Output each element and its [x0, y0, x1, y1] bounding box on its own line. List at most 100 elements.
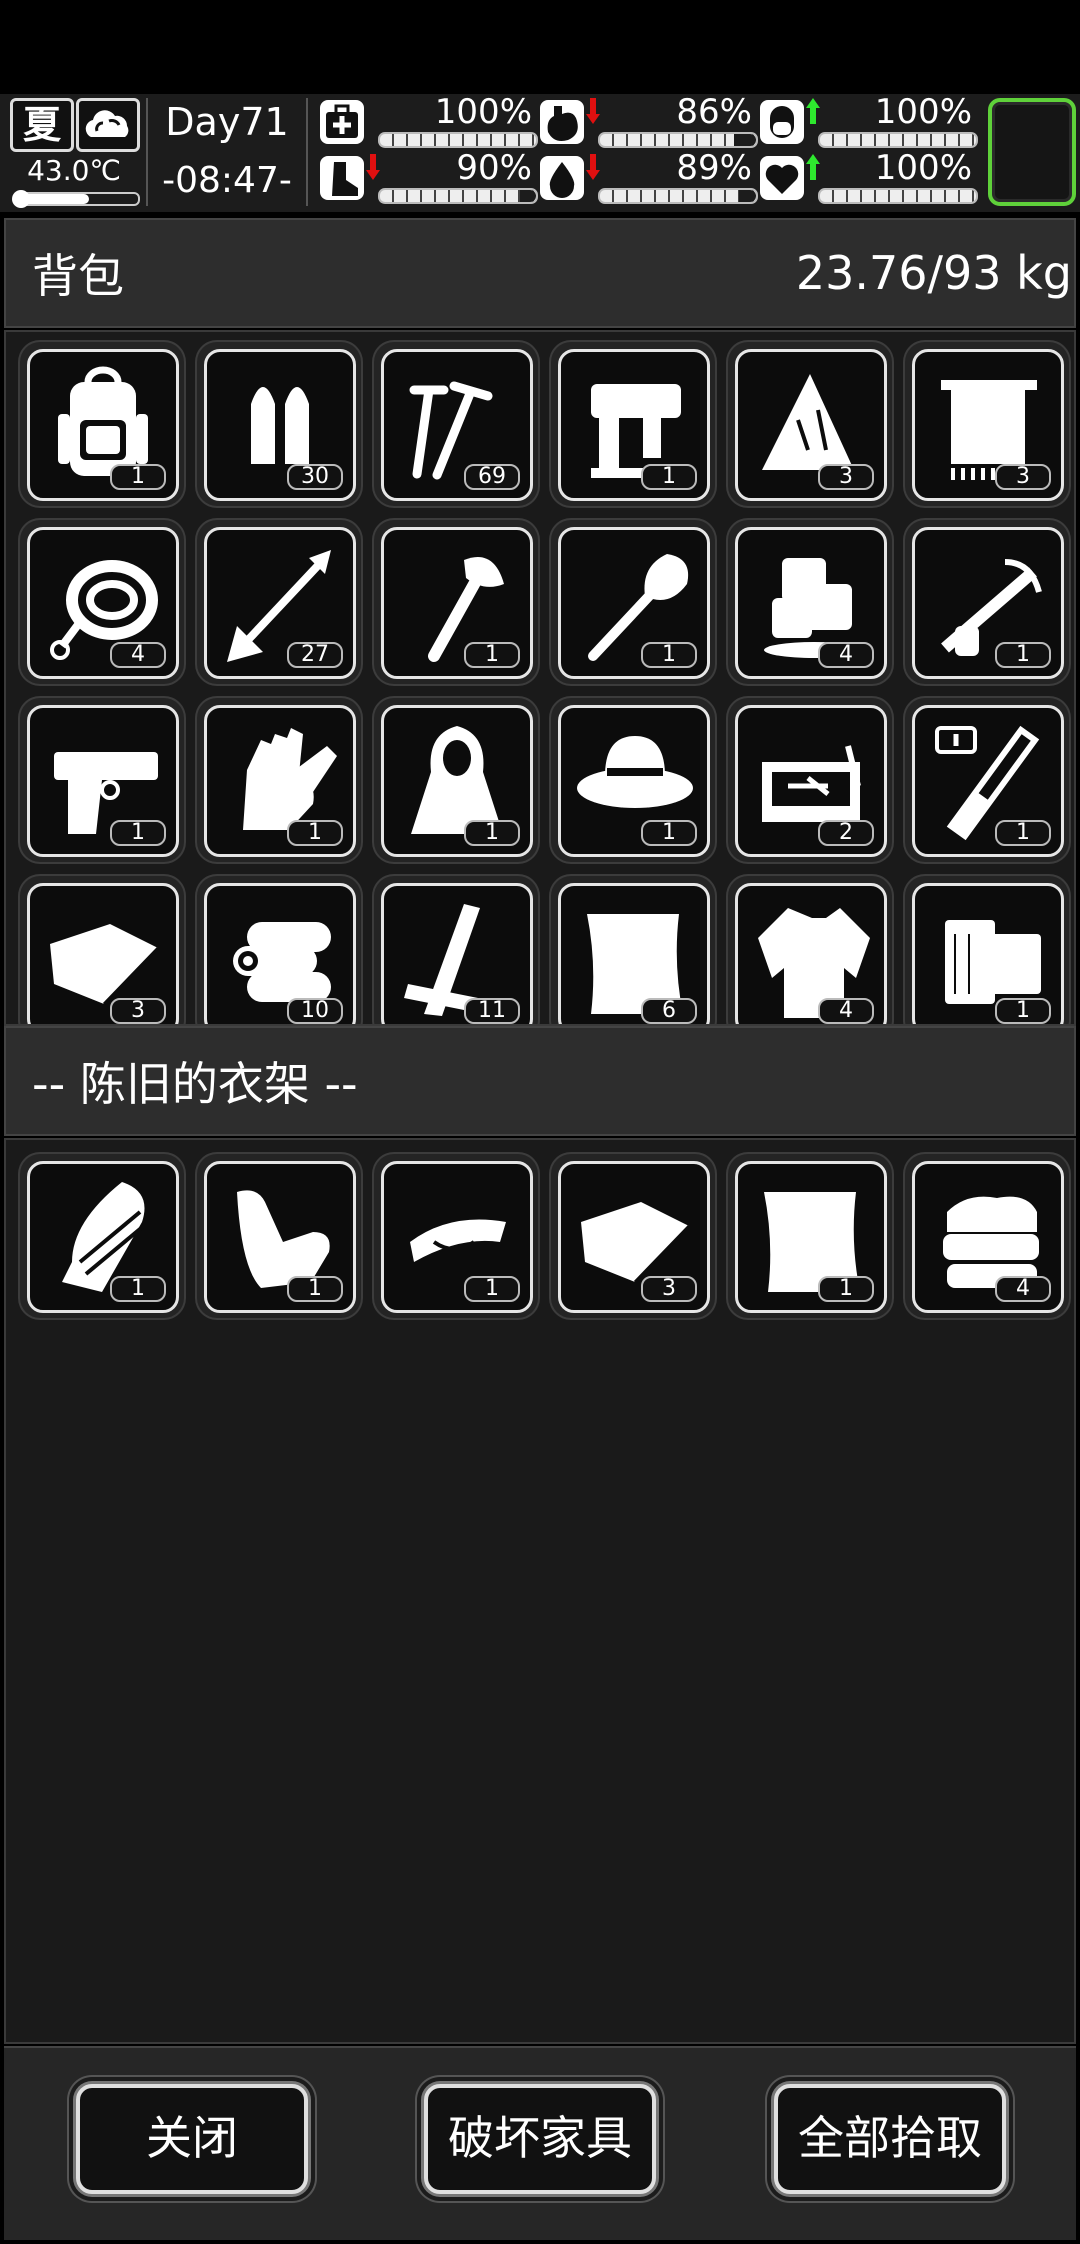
item-count: 1	[287, 820, 343, 846]
inventory-slot[interactable]: 1	[374, 520, 538, 684]
slot-frame: 1	[27, 705, 179, 857]
close-button[interactable]: 关闭	[76, 2084, 308, 2194]
inventory-slot[interactable]: 30	[197, 342, 361, 506]
inventory-slot[interactable]: 6	[551, 876, 715, 1024]
slot-frame: 1	[912, 527, 1064, 679]
slot-frame: 3	[558, 1161, 710, 1313]
inventory-slot[interactable]: 4	[728, 520, 892, 684]
inventory-slot[interactable]: 1	[374, 698, 538, 862]
time-label: -08:47-	[162, 160, 292, 201]
inventory-slot[interactable]: 27	[197, 520, 361, 684]
inventory-slot[interactable]: 1	[374, 1154, 538, 1318]
temperature-label: 43.0℃	[27, 154, 121, 187]
slot-frame: 1	[735, 1161, 887, 1313]
item-count: 10	[287, 998, 343, 1024]
capsule-icon	[760, 100, 804, 144]
backpack-weight: 23.76/93 kg	[795, 246, 1072, 300]
slot-frame: 30	[204, 349, 356, 501]
slot-frame: 1	[912, 883, 1064, 1024]
stat-vitality: 100%	[760, 148, 980, 204]
item-count: 1	[641, 464, 697, 490]
container-title: -- 陈旧的衣架 --	[32, 1057, 358, 1111]
stat-bar	[818, 132, 978, 148]
container-grid: 1 1 1 3 1 4	[20, 1154, 1069, 1318]
inventory-slot[interactable]: 3	[905, 342, 1069, 506]
inventory-slot[interactable]: 69	[374, 342, 538, 506]
inventory-slot[interactable]: 1	[905, 520, 1069, 684]
trend-up-icon	[806, 98, 820, 124]
quick-slot[interactable]	[988, 98, 1076, 206]
inventory-slot[interactable]: 1	[20, 1154, 184, 1318]
inventory-slot[interactable]: 4	[905, 1154, 1069, 1318]
item-count: 1	[641, 820, 697, 846]
stat-bar	[378, 132, 538, 148]
inventory-slot[interactable]: 4	[728, 876, 892, 1024]
slot-frame: 1	[558, 705, 710, 857]
item-count: 3	[818, 464, 874, 490]
slot-frame: 27	[204, 527, 356, 679]
slot-frame: 3	[912, 349, 1064, 501]
backpack-header: 背包 23.76/93 kg	[4, 218, 1076, 328]
slot-frame: 4	[735, 883, 887, 1024]
trend-up-icon	[806, 154, 820, 180]
slot-frame: 1	[204, 705, 356, 857]
inventory-slot[interactable]: 3	[20, 876, 184, 1024]
water-drop-icon	[540, 156, 584, 200]
day-label: Day71	[165, 100, 289, 144]
inventory-slot[interactable]: 1	[20, 342, 184, 506]
status-hud: 夏 43.0℃ Day71 -08:47- 100% 86% 100% 90% …	[0, 92, 1080, 212]
divider	[306, 98, 308, 206]
inventory-slot[interactable]: 11	[374, 876, 538, 1024]
item-count: 4	[110, 642, 166, 668]
inventory-slot[interactable]: 1	[551, 698, 715, 862]
item-count: 4	[818, 642, 874, 668]
inventory-slot[interactable]: 3	[551, 1154, 715, 1318]
item-count: 2	[818, 820, 874, 846]
stat-value: 89%	[676, 148, 752, 188]
backpack-panel[interactable]: 1 30 69 1 3 3 4 27 1 1 4 1 1 1 1 1 2 1 3…	[4, 330, 1076, 1026]
inventory-slot[interactable]: 2	[728, 698, 892, 862]
inventory-slot[interactable]: 1	[551, 342, 715, 506]
slot-frame: 1	[27, 1161, 179, 1313]
first-aid-icon	[320, 100, 364, 144]
thermometer-bar	[12, 190, 140, 208]
stat-thirst: 89%	[540, 148, 760, 204]
inventory-slot[interactable]: 1	[197, 698, 361, 862]
slot-frame: 4	[27, 527, 179, 679]
slot-frame: 4	[912, 1161, 1064, 1313]
slot-frame: 6	[558, 883, 710, 1024]
inventory-slot[interactable]: 1	[905, 698, 1069, 862]
stat-value: 86%	[676, 92, 752, 132]
inventory-slot[interactable]: 1	[20, 698, 184, 862]
action-bar: 关闭 破坏家具 全部拾取	[4, 2046, 1076, 2240]
trend-down-icon	[586, 154, 600, 180]
slot-frame: 1	[204, 1161, 356, 1313]
stat-value: 100%	[434, 92, 532, 132]
backpack-grid: 1 30 69 1 3 3 4 27 1 1 4 1 1 1 1 1 2 1 3…	[20, 342, 1069, 1024]
container-header: -- 陈旧的衣架 --	[4, 1026, 1076, 1136]
item-count: 1	[287, 1276, 343, 1302]
take-all-button[interactable]: 全部拾取	[774, 2084, 1006, 2194]
slot-frame: 69	[381, 349, 533, 501]
stat-value: 90%	[456, 148, 532, 188]
stat-stamina: 90%	[320, 148, 540, 204]
inventory-slot[interactable]: 3	[728, 342, 892, 506]
inventory-slot[interactable]: 1	[905, 876, 1069, 1024]
inventory-slot[interactable]: 1	[551, 520, 715, 684]
item-count: 1	[995, 998, 1051, 1024]
destroy-furniture-button[interactable]: 破坏家具	[424, 2084, 656, 2194]
slot-frame: 2	[735, 705, 887, 857]
stat-value: 100%	[874, 92, 972, 132]
container-panel[interactable]: 1 1 1 3 1 4	[4, 1138, 1076, 2044]
inventory-slot[interactable]: 1	[728, 1154, 892, 1318]
item-count: 4	[995, 1276, 1051, 1302]
item-count: 27	[287, 642, 343, 668]
item-count: 1	[464, 1276, 520, 1302]
foot-icon	[320, 156, 364, 200]
stat-hunger: 86%	[540, 92, 760, 148]
season-badge: 夏	[10, 98, 74, 152]
inventory-slot[interactable]: 4	[20, 520, 184, 684]
cloud-icon	[76, 98, 140, 152]
inventory-slot[interactable]: 1	[197, 1154, 361, 1318]
inventory-slot[interactable]: 10	[197, 876, 361, 1024]
